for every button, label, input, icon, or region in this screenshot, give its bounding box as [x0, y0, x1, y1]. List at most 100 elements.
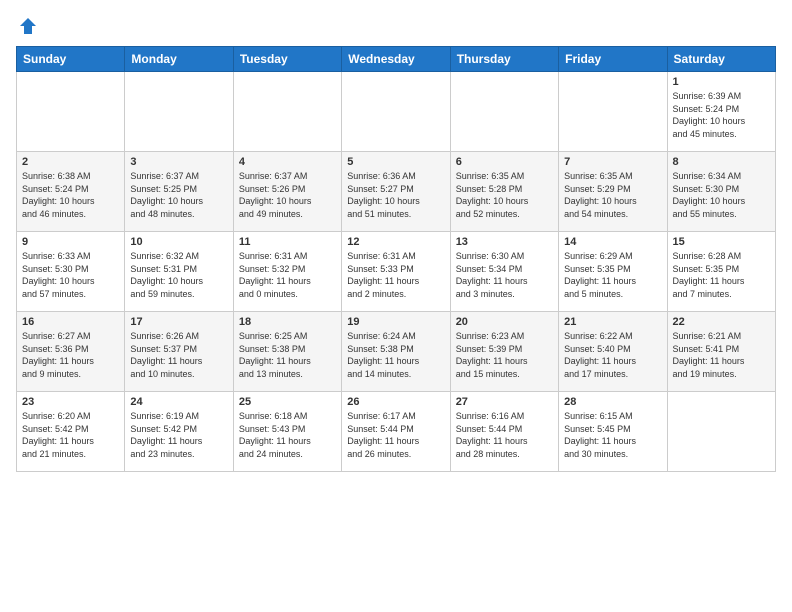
- logo-icon: [18, 16, 38, 36]
- day-number: 22: [673, 316, 770, 328]
- calendar-table: SundayMondayTuesdayWednesdayThursdayFrid…: [16, 46, 776, 472]
- day-info: Sunrise: 6:19 AM Sunset: 5:42 PM Dayligh…: [130, 410, 227, 460]
- day-number: 24: [130, 396, 227, 408]
- day-info: Sunrise: 6:29 AM Sunset: 5:35 PM Dayligh…: [564, 250, 661, 300]
- logo: [16, 16, 38, 36]
- day-number: 4: [239, 156, 336, 168]
- calendar-cell: [17, 72, 125, 152]
- calendar-cell: 6Sunrise: 6:35 AM Sunset: 5:28 PM Daylig…: [450, 152, 558, 232]
- calendar-cell: [125, 72, 233, 152]
- calendar-cell: 20 Sunrise: 6:23 AM Sunset: 5:39 PM Dayli…: [450, 312, 558, 392]
- weekday-header: Saturday: [667, 47, 775, 72]
- day-info: Sunrise: 6:15 AM Sunset: 5:45 PM Dayligh…: [564, 410, 661, 460]
- calendar-cell: 5 Sunrise: 6:36 AM Sunset: 5:27 PM Daylig…: [342, 152, 450, 232]
- calendar-cell: 28 Sunrise: 6:15 AM Sunset: 5:45 PM Dayli…: [559, 392, 667, 472]
- day-number: 15: [673, 236, 770, 248]
- day-number: 12: [347, 236, 444, 248]
- calendar-cell: 18Sunrise: 6:25 AM Sunset: 5:38 PM Dayli…: [233, 312, 341, 392]
- day-info: Sunrise: 6:31 AM Sunset: 5:33 PM Dayligh…: [347, 250, 444, 300]
- day-number: 19: [347, 316, 444, 328]
- day-info: Sunrise: 6:22 AM Sunset: 5:40 PM Dayligh…: [564, 330, 661, 380]
- day-info: Sunrise: 6:24 AM Sunset: 5:38 PM Dayligh…: [347, 330, 444, 380]
- calendar-cell: 27 Sunrise: 6:16 AM Sunset: 5:44 PM Dayli…: [450, 392, 558, 472]
- day-number: 5: [347, 156, 444, 168]
- day-number: 28: [564, 396, 661, 408]
- calendar-week-row: 9Sunrise: 6:33 AM Sunset: 5:30 PM Daylig…: [17, 232, 776, 312]
- calendar-cell: 8 Sunrise: 6:34 AM Sunset: 5:30 PM Daylig…: [667, 152, 775, 232]
- calendar-cell: [559, 72, 667, 152]
- day-number: 21: [564, 316, 661, 328]
- weekday-header: Sunday: [17, 47, 125, 72]
- calendar-week-row: 2Sunrise: 6:38 AM Sunset: 5:24 PM Daylig…: [17, 152, 776, 232]
- weekday-header: Thursday: [450, 47, 558, 72]
- calendar-header-row: SundayMondayTuesdayWednesdayThursdayFrid…: [17, 47, 776, 72]
- day-info: Sunrise: 6:30 AM Sunset: 5:34 PM Dayligh…: [456, 250, 553, 300]
- calendar-cell: 2Sunrise: 6:38 AM Sunset: 5:24 PM Daylig…: [17, 152, 125, 232]
- day-info: Sunrise: 6:34 AM Sunset: 5:30 PM Dayligh…: [673, 170, 770, 220]
- day-info: Sunrise: 6:37 AM Sunset: 5:26 PM Dayligh…: [239, 170, 336, 220]
- calendar-week-row: 16 Sunrise: 6:27 AM Sunset: 5:36 PM Dayli…: [17, 312, 776, 392]
- day-number: 10: [130, 236, 227, 248]
- calendar-cell: 26 Sunrise: 6:17 AM Sunset: 5:44 PM Dayli…: [342, 392, 450, 472]
- day-info: Sunrise: 6:26 AM Sunset: 5:37 PM Dayligh…: [130, 330, 227, 380]
- day-info: Sunrise: 6:17 AM Sunset: 5:44 PM Dayligh…: [347, 410, 444, 460]
- day-info: Sunrise: 6:33 AM Sunset: 5:30 PM Dayligh…: [22, 250, 119, 300]
- calendar-cell: 10 Sunrise: 6:32 AM Sunset: 5:31 PM Dayli…: [125, 232, 233, 312]
- day-number: 17: [130, 316, 227, 328]
- calendar-cell: [450, 72, 558, 152]
- day-info: Sunrise: 6:35 AM Sunset: 5:28 PM Dayligh…: [456, 170, 553, 220]
- day-info: Sunrise: 6:18 AM Sunset: 5:43 PM Dayligh…: [239, 410, 336, 460]
- calendar-cell: 13 Sunrise: 6:30 AM Sunset: 5:34 PM Dayli…: [450, 232, 558, 312]
- day-number: 13: [456, 236, 553, 248]
- calendar-cell: 22 Sunrise: 6:21 AM Sunset: 5:41 PM Dayli…: [667, 312, 775, 392]
- calendar-week-row: 23Sunrise: 6:20 AM Sunset: 5:42 PM Dayli…: [17, 392, 776, 472]
- calendar-week-row: 1 Sunrise: 6:39 AM Sunset: 5:24 PM Daylig…: [17, 72, 776, 152]
- day-number: 16: [22, 316, 119, 328]
- calendar-cell: 12 Sunrise: 6:31 AM Sunset: 5:33 PM Dayli…: [342, 232, 450, 312]
- weekday-header: Wednesday: [342, 47, 450, 72]
- day-info: Sunrise: 6:20 AM Sunset: 5:42 PM Dayligh…: [22, 410, 119, 460]
- calendar-cell: [233, 72, 341, 152]
- calendar-cell: [342, 72, 450, 152]
- calendar-cell: 3Sunrise: 6:37 AM Sunset: 5:25 PM Daylig…: [125, 152, 233, 232]
- day-number: 20: [456, 316, 553, 328]
- calendar-cell: 9Sunrise: 6:33 AM Sunset: 5:30 PM Daylig…: [17, 232, 125, 312]
- calendar-cell: 21 Sunrise: 6:22 AM Sunset: 5:40 PM Dayli…: [559, 312, 667, 392]
- weekday-header: Monday: [125, 47, 233, 72]
- day-number: 8: [673, 156, 770, 168]
- calendar-cell: 16 Sunrise: 6:27 AM Sunset: 5:36 PM Dayli…: [17, 312, 125, 392]
- day-info: Sunrise: 6:36 AM Sunset: 5:27 PM Dayligh…: [347, 170, 444, 220]
- day-number: 7: [564, 156, 661, 168]
- calendar-cell: [667, 392, 775, 472]
- day-info: Sunrise: 6:23 AM Sunset: 5:39 PM Dayligh…: [456, 330, 553, 380]
- calendar-cell: 14 Sunrise: 6:29 AM Sunset: 5:35 PM Dayli…: [559, 232, 667, 312]
- day-number: 18: [239, 316, 336, 328]
- day-info: Sunrise: 6:28 AM Sunset: 5:35 PM Dayligh…: [673, 250, 770, 300]
- weekday-header: Tuesday: [233, 47, 341, 72]
- calendar-cell: 17 Sunrise: 6:26 AM Sunset: 5:37 PM Dayli…: [125, 312, 233, 392]
- day-info: Sunrise: 6:16 AM Sunset: 5:44 PM Dayligh…: [456, 410, 553, 460]
- day-info: Sunrise: 6:39 AM Sunset: 5:24 PM Dayligh…: [673, 90, 770, 140]
- day-number: 14: [564, 236, 661, 248]
- calendar-cell: 25Sunrise: 6:18 AM Sunset: 5:43 PM Dayli…: [233, 392, 341, 472]
- day-number: 1: [673, 76, 770, 88]
- day-info: Sunrise: 6:21 AM Sunset: 5:41 PM Dayligh…: [673, 330, 770, 380]
- calendar-cell: 15 Sunrise: 6:28 AM Sunset: 5:35 PM Dayli…: [667, 232, 775, 312]
- calendar-cell: 4 Sunrise: 6:37 AM Sunset: 5:26 PM Daylig…: [233, 152, 341, 232]
- calendar-cell: 24 Sunrise: 6:19 AM Sunset: 5:42 PM Dayli…: [125, 392, 233, 472]
- calendar-cell: 11 Sunrise: 6:31 AM Sunset: 5:32 PM Dayli…: [233, 232, 341, 312]
- calendar-cell: 23Sunrise: 6:20 AM Sunset: 5:42 PM Dayli…: [17, 392, 125, 472]
- calendar-cell: 7 Sunrise: 6:35 AM Sunset: 5:29 PM Daylig…: [559, 152, 667, 232]
- day-number: 26: [347, 396, 444, 408]
- calendar-cell: 19 Sunrise: 6:24 AM Sunset: 5:38 PM Dayli…: [342, 312, 450, 392]
- day-info: Sunrise: 6:32 AM Sunset: 5:31 PM Dayligh…: [130, 250, 227, 300]
- day-number: 3: [130, 156, 227, 168]
- day-number: 27: [456, 396, 553, 408]
- day-number: 11: [239, 236, 336, 248]
- day-info: Sunrise: 6:35 AM Sunset: 5:29 PM Dayligh…: [564, 170, 661, 220]
- page-header: [16, 16, 776, 36]
- calendar-cell: 1 Sunrise: 6:39 AM Sunset: 5:24 PM Daylig…: [667, 72, 775, 152]
- day-info: Sunrise: 6:31 AM Sunset: 5:32 PM Dayligh…: [239, 250, 336, 300]
- day-number: 2: [22, 156, 119, 168]
- day-info: Sunrise: 6:27 AM Sunset: 5:36 PM Dayligh…: [22, 330, 119, 380]
